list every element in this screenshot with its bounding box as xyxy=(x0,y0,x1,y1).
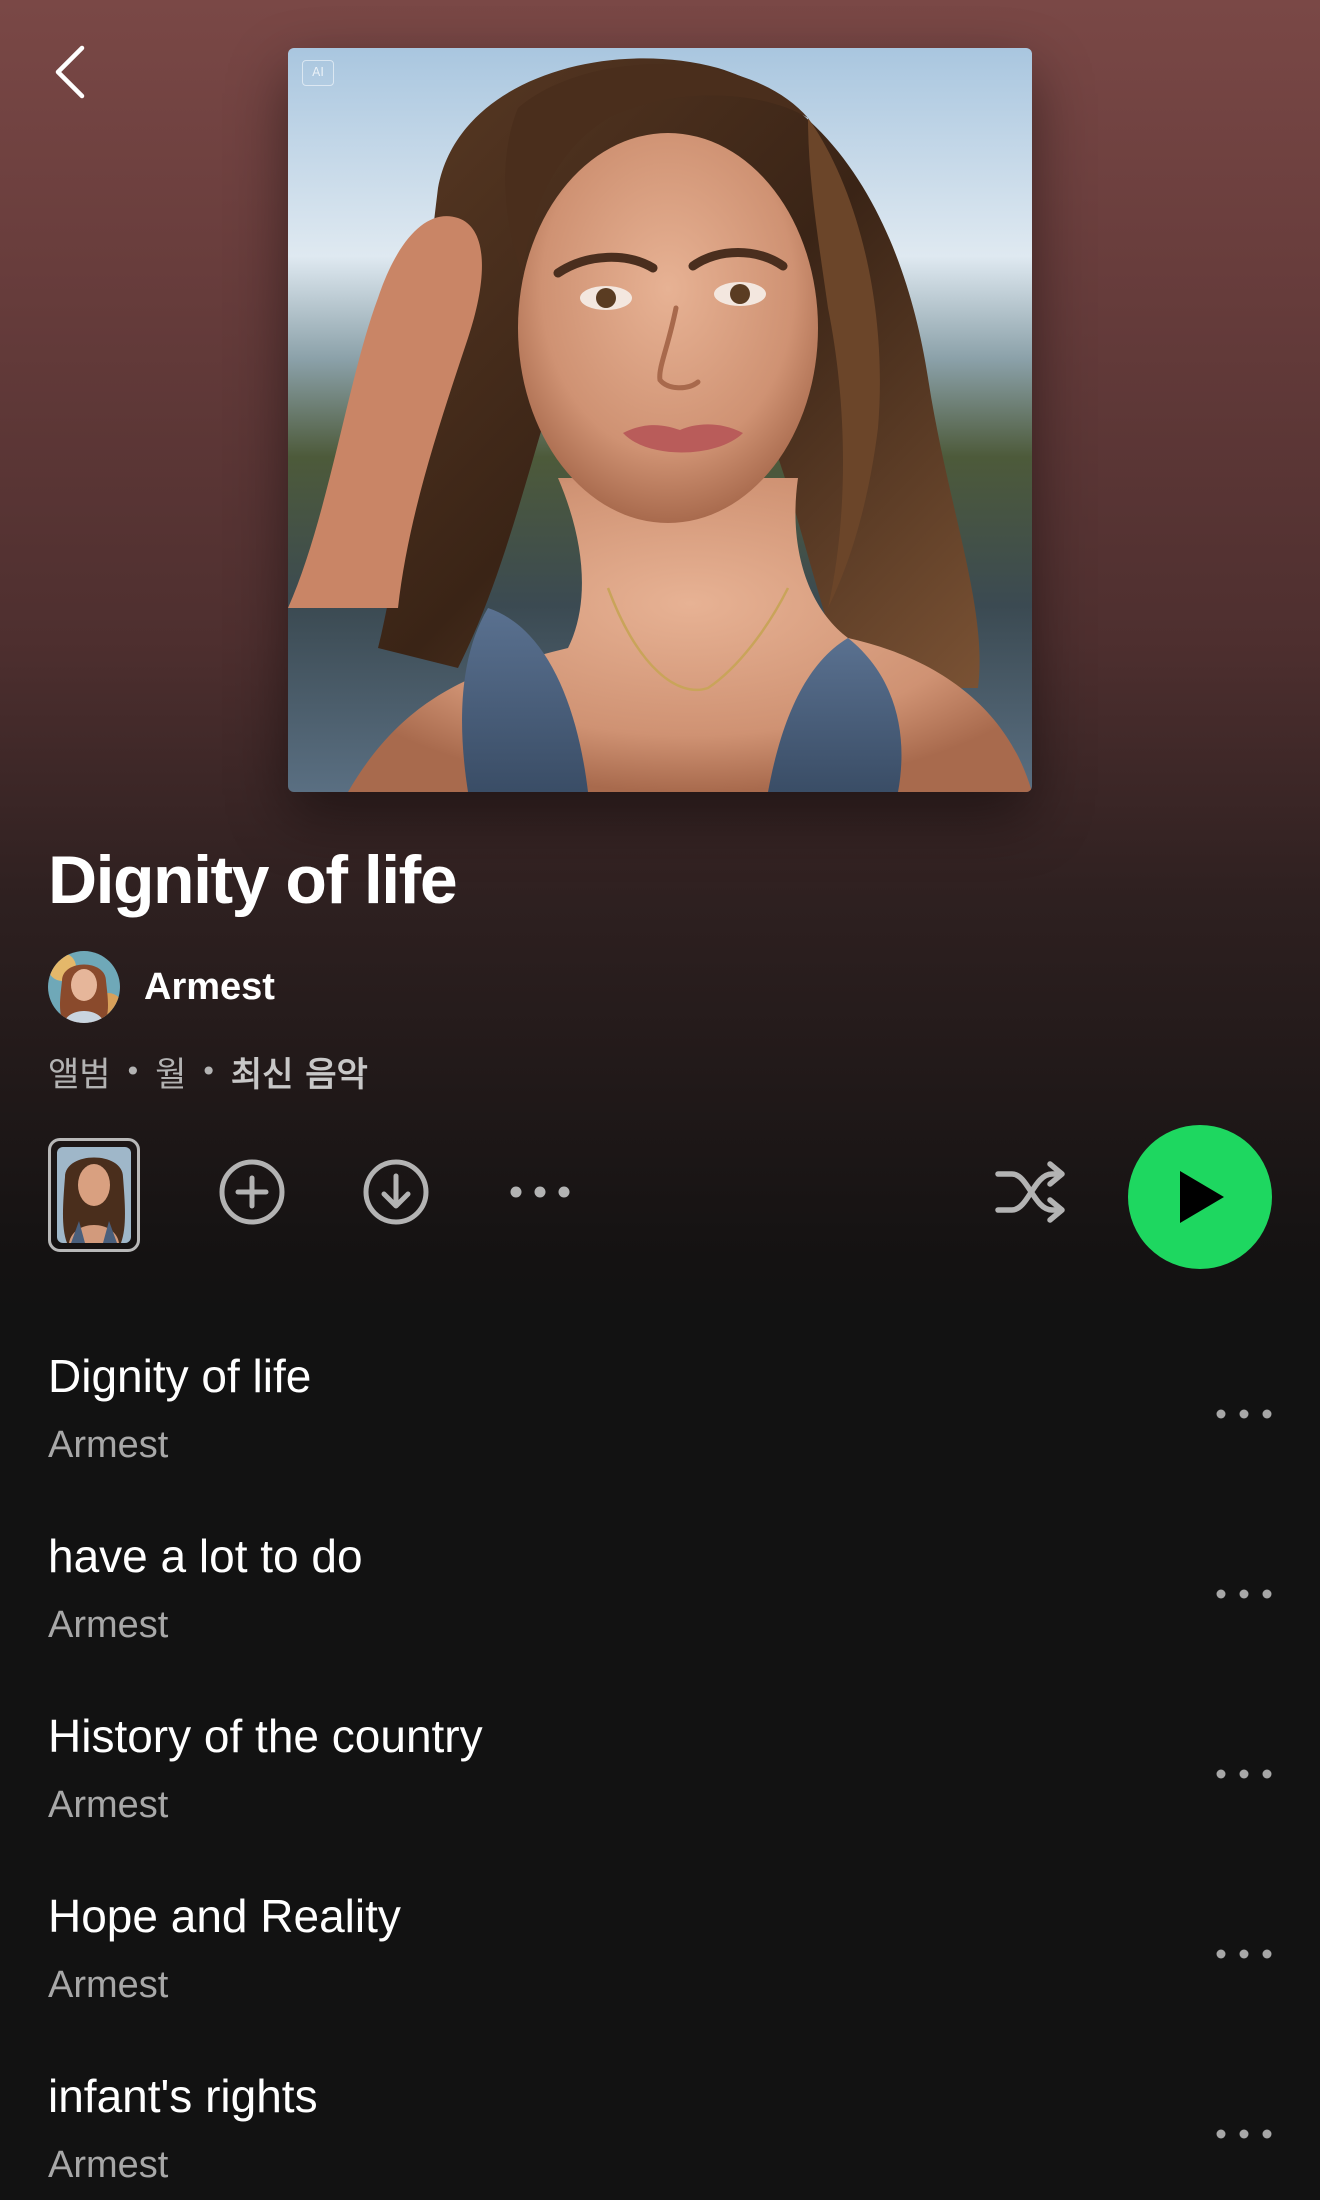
album-type: 앨범 xyxy=(48,1054,111,1095)
play-button[interactable] xyxy=(1128,1125,1272,1269)
ai-badge: AI xyxy=(302,60,334,86)
track-row[interactable]: infant's rights Armest xyxy=(0,2050,1320,2200)
track-title: infant's rights xyxy=(48,2070,318,2122)
artist-avatar[interactable] xyxy=(48,951,120,1023)
track-artist: Armest xyxy=(48,1964,169,2006)
back-button[interactable] xyxy=(40,36,100,108)
track-artist: Armest xyxy=(48,1424,169,1466)
album-title: Dignity of life xyxy=(48,842,458,918)
shuffle-button[interactable] xyxy=(990,1154,1074,1230)
album-thumbnail-image xyxy=(57,1147,131,1243)
chevron-left-icon xyxy=(55,45,85,99)
artist-name[interactable]: Armest xyxy=(144,966,275,1009)
artist-row[interactable]: Armest xyxy=(48,950,275,1024)
track-artist: Armest xyxy=(48,1604,169,1646)
track-artist: Armest xyxy=(48,1784,169,1826)
track-more-button[interactable] xyxy=(1208,1926,1280,1982)
album-thumbnail xyxy=(57,1147,131,1243)
track-title: Hope and Reality xyxy=(48,1890,401,1942)
meta-separator: • xyxy=(124,1054,142,1088)
artist-avatar-image xyxy=(48,951,120,1023)
album-more-button[interactable] xyxy=(500,1154,580,1230)
track-more-button[interactable] xyxy=(1208,1746,1280,1802)
action-row xyxy=(0,1124,1320,1270)
more-horizontal-icon xyxy=(1216,2129,1272,2139)
play-icon xyxy=(1180,1171,1224,1223)
track-more-button[interactable] xyxy=(1208,2106,1280,2162)
track-artist: Armest xyxy=(48,2144,169,2186)
add-to-library-button[interactable] xyxy=(214,1154,290,1230)
track-row[interactable]: have a lot to do Armest xyxy=(0,1510,1320,1690)
more-horizontal-icon xyxy=(1216,1949,1272,1959)
more-horizontal-icon xyxy=(510,1186,570,1198)
track-more-button[interactable] xyxy=(1208,1386,1280,1442)
album-screen: AI Dignity of life Armest 앨범 • 월 • 최신 음악 xyxy=(0,0,1320,2200)
album-badge: 최신 음악 xyxy=(230,1054,368,1095)
track-title: History of the country xyxy=(48,1710,483,1762)
album-meta: 앨범 • 월 • 최신 음악 xyxy=(48,1046,368,1096)
album-thumbnail-button[interactable] xyxy=(48,1138,140,1252)
album-cover-image xyxy=(288,48,1032,792)
more-horizontal-icon xyxy=(1216,1409,1272,1419)
download-button[interactable] xyxy=(358,1154,434,1230)
track-title: have a lot to do xyxy=(48,1530,363,1582)
plus-circle-icon xyxy=(219,1159,285,1225)
album-period: 월 xyxy=(155,1054,187,1095)
shuffle-icon xyxy=(995,1161,1065,1223)
album-cover: AI xyxy=(288,48,1032,792)
download-circle-icon xyxy=(363,1159,429,1225)
track-list: Dignity of life Armest have a lot to do … xyxy=(0,1330,1320,2200)
track-more-button[interactable] xyxy=(1208,1566,1280,1622)
track-row[interactable]: Dignity of life Armest xyxy=(0,1330,1320,1510)
more-horizontal-icon xyxy=(1216,1769,1272,1779)
more-horizontal-icon xyxy=(1216,1589,1272,1599)
track-row[interactable]: Hope and Reality Armest xyxy=(0,1870,1320,2050)
track-title: Dignity of life xyxy=(48,1350,312,1402)
meta-separator: • xyxy=(200,1054,217,1088)
track-row[interactable]: History of the country Armest xyxy=(0,1690,1320,1870)
